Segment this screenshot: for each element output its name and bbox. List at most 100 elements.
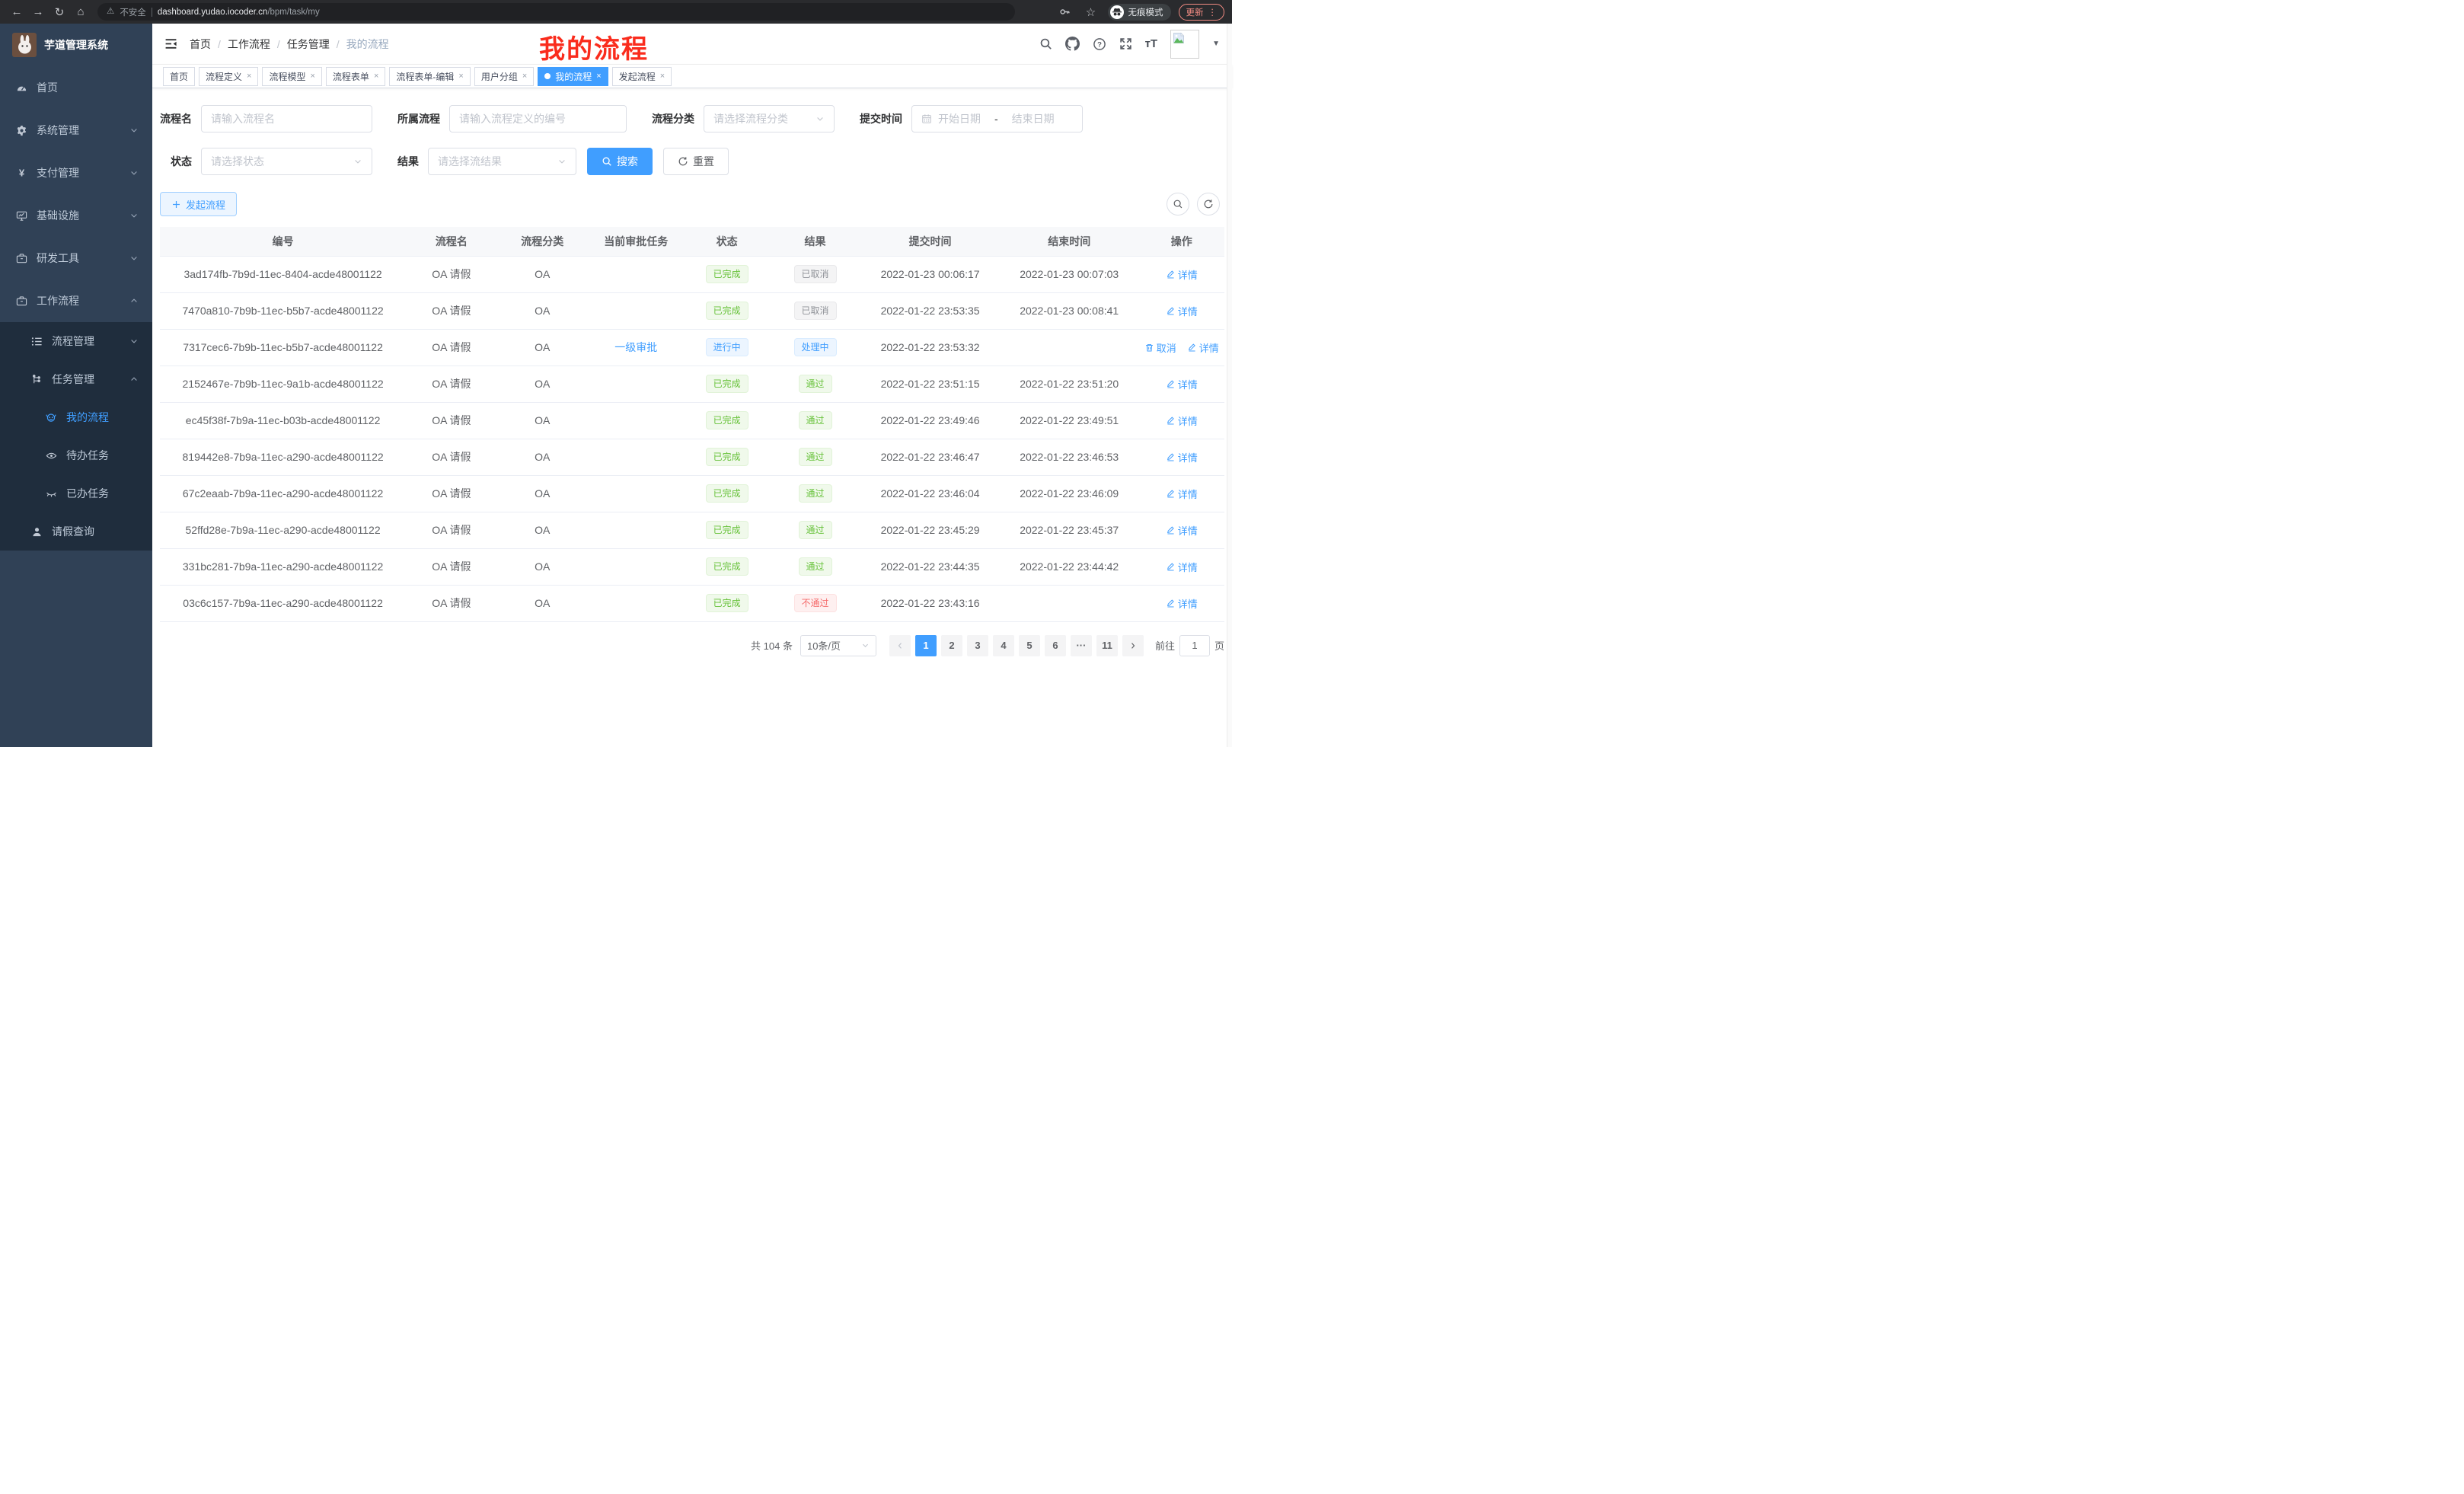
tab-发起流程[interactable]: 发起流程 × (612, 67, 672, 86)
detail-button[interactable]: 详情 (1166, 413, 1198, 428)
submit-time-range-picker[interactable]: 开始日期 - 结束日期 (911, 105, 1083, 132)
sidebar-item-我的流程[interactable]: 我的流程 (0, 398, 152, 436)
close-icon[interactable]: × (596, 72, 601, 81)
search-icon[interactable] (1039, 37, 1052, 50)
toggle-search-button[interactable] (1167, 193, 1189, 215)
prev-page-button[interactable] (889, 635, 911, 656)
table-header-row: 编号流程名流程分类当前审批任务状态结果提交时间结束时间操作 (160, 227, 1224, 256)
detail-button[interactable]: 详情 (1166, 377, 1198, 391)
close-icon[interactable]: × (660, 72, 665, 81)
tab-流程模型[interactable]: 流程模型 × (262, 67, 321, 86)
sidebar-item-首页[interactable]: 首页 (0, 66, 152, 109)
detail-button[interactable]: 详情 (1166, 596, 1198, 611)
close-icon[interactable]: × (522, 72, 527, 81)
scrollbar[interactable] (1227, 24, 1232, 747)
search-button[interactable]: 搜索 (587, 148, 653, 175)
sidebar-item-label: 我的流程 (66, 410, 109, 425)
detail-button[interactable]: 详情 (1166, 450, 1198, 464)
collapse-sidebar-icon[interactable] (164, 37, 177, 50)
detail-button[interactable]: 详情 (1166, 560, 1198, 574)
page-button-2[interactable]: 2 (941, 635, 962, 656)
status-select[interactable]: 请选择状态 (201, 148, 372, 175)
cancel-button[interactable]: 取消 (1144, 340, 1176, 355)
page-button-6[interactable]: 6 (1045, 635, 1066, 656)
sidebar-item-已办任务[interactable]: 已办任务 (0, 474, 152, 512)
back-icon[interactable]: ← (8, 3, 26, 21)
close-icon[interactable]: × (247, 72, 251, 81)
browser-menu-icon[interactable]: ⋮ (1208, 7, 1218, 18)
cell-id: 7470a810-7b9b-11ec-b5b7-acde48001122 (160, 292, 406, 329)
chevron-down-icon[interactable]: ▼ (1212, 40, 1220, 48)
page-size-select[interactable]: 10条/页 (800, 635, 876, 656)
tab-首页[interactable]: 首页 (163, 67, 195, 86)
address-bar[interactable]: ⚠ 不安全 dashboard.yudao.iocoder.cn/bpm/tas… (97, 3, 1015, 21)
page-button-1[interactable]: 1 (915, 635, 937, 656)
sidebar-item-任务管理[interactable]: 任务管理 (0, 360, 152, 398)
reset-button[interactable]: 重置 (663, 148, 729, 175)
sidebar-item-label: 基础设施 (37, 208, 79, 223)
close-icon[interactable]: × (310, 72, 314, 81)
reload-icon[interactable]: ↻ (50, 3, 69, 21)
breadcrumb-item[interactable]: 工作流程 (228, 37, 270, 52)
result-badge: 通过 (799, 448, 832, 466)
tab-我的流程[interactable]: 我的流程 × (538, 67, 608, 86)
bookmark-star-icon[interactable]: ☆ (1082, 3, 1100, 21)
breadcrumb-item[interactable]: 首页 (190, 37, 211, 52)
detail-button[interactable]: 详情 (1166, 487, 1198, 501)
page-button-11[interactable]: 11 (1096, 635, 1118, 656)
next-page-button[interactable] (1122, 635, 1144, 656)
process-definition-input[interactable] (449, 105, 627, 132)
github-icon[interactable] (1065, 37, 1080, 51)
home-icon[interactable]: ⌂ (72, 3, 90, 21)
fullscreen-icon[interactable] (1119, 37, 1132, 50)
detail-button[interactable]: 详情 (1166, 523, 1198, 538)
task-link[interactable]: 一级审批 (614, 340, 657, 355)
detail-button[interactable]: 详情 (1187, 340, 1219, 355)
result-select[interactable]: 请选择流结果 (428, 148, 576, 175)
create-process-button[interactable]: 发起流程 (160, 192, 237, 216)
goto-page-input[interactable] (1179, 635, 1210, 656)
font-size-icon[interactable]: тT (1145, 38, 1158, 49)
avatar[interactable] (1170, 30, 1199, 59)
close-icon[interactable]: × (374, 72, 378, 81)
sidebar-item-研发工具[interactable]: 研发工具 (0, 237, 152, 279)
tab-流程定义[interactable]: 流程定义 × (199, 67, 258, 86)
start-date-placeholder: 开始日期 (938, 111, 981, 126)
forward-icon[interactable]: → (29, 3, 47, 21)
search-icon (602, 156, 612, 167)
sidebar-item-label: 待办任务 (66, 448, 109, 463)
help-icon[interactable]: ? (1093, 37, 1106, 51)
page-button-4[interactable]: 4 (993, 635, 1014, 656)
result-badge: 通过 (799, 521, 832, 539)
cell-submit-time: 2022-01-22 23:49:46 (860, 402, 1000, 439)
status-badge: 已完成 (706, 557, 748, 576)
cell-submit-time: 2022-01-22 23:43:16 (860, 585, 1000, 621)
page-button-3[interactable]: 3 (967, 635, 988, 656)
detail-button[interactable]: 详情 (1166, 304, 1198, 318)
sidebar-item-待办任务[interactable]: 待办任务 (0, 436, 152, 474)
detail-button[interactable]: 详情 (1166, 267, 1198, 282)
sidebar-item-流程管理[interactable]: 流程管理 (0, 322, 152, 360)
close-icon[interactable]: × (458, 72, 463, 81)
refresh-table-button[interactable] (1197, 193, 1220, 215)
key-icon[interactable] (1056, 3, 1074, 21)
cell-end-time: 2022-01-22 23:45:37 (1000, 512, 1139, 548)
cell-status: 已完成 (684, 475, 769, 512)
table-row: 7317cec6-7b9b-11ec-b5b7-acde48001122 OA … (160, 329, 1224, 366)
sidebar-item-请假查询[interactable]: 请假查询 (0, 512, 152, 551)
tab-用户分组[interactable]: 用户分组 × (474, 67, 534, 86)
tab-流程表单-编辑[interactable]: 流程表单-编辑 × (389, 67, 470, 86)
sidebar-item-工作流程[interactable]: 工作流程 (0, 279, 152, 322)
pagination: 共 104 条 10条/页 123456···11 前往 页 (160, 635, 1224, 656)
sidebar-item-支付管理[interactable]: ¥ 支付管理 (0, 152, 152, 194)
page-button-5[interactable]: 5 (1019, 635, 1040, 656)
sidebar-item-基础设施[interactable]: 基础设施 (0, 194, 152, 237)
more-pages-button[interactable]: ··· (1071, 635, 1092, 656)
sidebar-item-系统管理[interactable]: 系统管理 (0, 109, 152, 152)
app-logo[interactable]: 芋道管理系统 (0, 24, 152, 66)
category-select[interactable]: 请选择流程分类 (704, 105, 835, 132)
breadcrumb-item[interactable]: 任务管理 (287, 37, 330, 52)
process-name-input[interactable] (201, 105, 372, 132)
tab-流程表单[interactable]: 流程表单 × (326, 67, 385, 86)
update-button[interactable]: 更新 ⋮ (1179, 4, 1225, 21)
